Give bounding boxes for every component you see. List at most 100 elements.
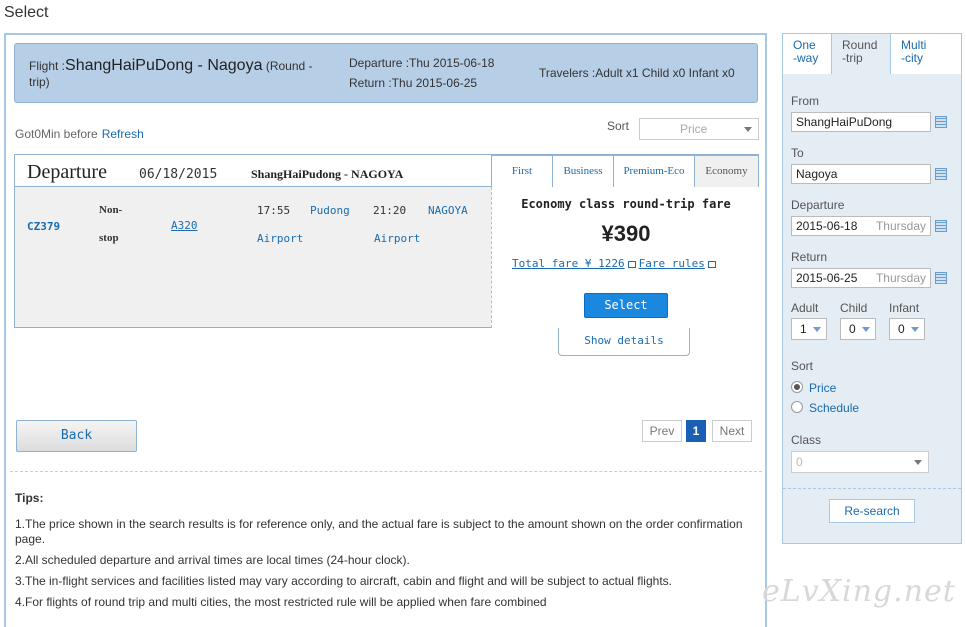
departure-airport-suffix[interactable]: Airport xyxy=(257,232,303,245)
search-sidebar: One -way Round -trip Multi -city From Sh… xyxy=(782,33,962,544)
tab-multi-city-line2: -city xyxy=(901,51,923,65)
departure-label: Departure xyxy=(791,198,845,212)
search-summary-bar: Flight :ShangHaiPuDong - Nagoya (Round -… xyxy=(14,43,758,103)
refresh-link[interactable]: Refresh xyxy=(102,127,144,141)
tab-first[interactable]: First xyxy=(491,155,553,187)
to-input[interactable]: Nagoya xyxy=(791,164,931,184)
fare-title: Economy class round-trip fare xyxy=(521,197,731,211)
sort-select[interactable]: Price xyxy=(639,118,759,140)
show-details-button[interactable]: Show details xyxy=(558,328,690,356)
sort-select-value: Price xyxy=(680,122,708,136)
summary-departure: Departure :Thu 2015-06-18 xyxy=(349,56,495,70)
flight-row: CZ379 Non- stop A320 17:55 Pudong Airpor… xyxy=(15,187,491,327)
tip-item: 1.The price shown in the search results … xyxy=(15,517,743,546)
aircraft-link[interactable]: A320 xyxy=(171,219,198,232)
flight-summary: Flight :ShangHaiPuDong - Nagoya (Round -… xyxy=(29,58,329,90)
adult-label: Adult xyxy=(791,301,819,315)
tab-economy[interactable]: Economy xyxy=(694,155,759,188)
sort-price-radio[interactable] xyxy=(791,381,803,393)
arrival-airport[interactable]: NAGOYA xyxy=(428,204,468,217)
summary-travelers: Travelers :Adult x1 Child x0 Infant x0 xyxy=(539,66,735,80)
departure-weekday: Thursday xyxy=(875,219,926,233)
next-page-button[interactable]: Next xyxy=(712,420,752,442)
fare-rules-link[interactable]: Fare rules xyxy=(639,257,705,270)
from-input[interactable]: ShangHaiPuDong xyxy=(791,112,931,132)
tab-premium-economy[interactable]: Premium-Eco xyxy=(613,155,695,187)
back-button[interactable]: Back xyxy=(16,420,137,452)
flight-result: Departure 06/18/2015 ShangHaiPudong - NA… xyxy=(14,154,759,328)
divider xyxy=(783,488,961,489)
child-select[interactable]: 0 xyxy=(840,318,876,340)
child-label: Child xyxy=(840,301,868,315)
stop-info-line1: Non- xyxy=(99,204,123,216)
departure-date-input[interactable]: 2015-06-18 Thursday xyxy=(791,216,931,236)
return-date-input[interactable]: 2015-06-25 Thursday xyxy=(791,268,931,288)
departure-time: 17:55 xyxy=(257,204,291,217)
departure-airport[interactable]: Pudong xyxy=(310,204,350,217)
stop-info-line2: stop xyxy=(99,232,119,244)
tab-one-way[interactable]: One -way xyxy=(783,34,832,74)
cabin-tabs: First Business Premium-Eco Economy xyxy=(491,155,759,188)
return-weekday: Thursday xyxy=(875,271,926,285)
page-title: Select xyxy=(4,4,49,21)
result-header: Departure 06/18/2015 ShangHaiPudong - NA… xyxy=(15,155,491,187)
sort-schedule-radio[interactable] xyxy=(791,401,803,413)
infant-label: Infant xyxy=(889,301,920,315)
fare-links: Total fare ¥ 1226 Fare rules xyxy=(512,257,719,270)
adult-select-value: 1 xyxy=(800,322,807,336)
tip-item: 3.The in-flight services and facilities … xyxy=(15,574,672,588)
update-status: Got0Min before Refresh xyxy=(15,127,144,141)
infant-select-value: 0 xyxy=(898,322,905,336)
chevron-down-icon xyxy=(911,327,919,332)
city-picker-icon[interactable] xyxy=(935,116,947,128)
divider xyxy=(10,471,762,472)
flight-number[interactable]: CZ379 xyxy=(27,220,60,233)
tab-multi-city[interactable]: Multi -city xyxy=(891,34,961,74)
select-button[interactable]: Select xyxy=(584,293,668,318)
result-date: 06/18/2015 xyxy=(139,167,218,182)
chevron-down-icon xyxy=(744,127,752,132)
tab-one-way-line2: -way xyxy=(793,51,819,65)
chevron-down-icon xyxy=(862,327,870,332)
adult-select[interactable]: 1 xyxy=(791,318,827,340)
from-value: ShangHaiPuDong xyxy=(796,115,893,129)
total-fare-link[interactable]: Total fare ¥ 1226 xyxy=(512,257,625,270)
class-label: Class xyxy=(791,433,822,447)
tip-item: 4.For flights of round trip and multi ci… xyxy=(15,595,547,609)
departure-date-value: 2015-06-18 xyxy=(796,219,858,233)
chevron-down-icon xyxy=(813,327,821,332)
got-time-text: Got0Min before xyxy=(15,127,98,141)
return-date-value: 2015-06-25 xyxy=(796,271,858,285)
sort-label: Sort xyxy=(791,359,814,373)
arrival-time: 21:20 xyxy=(373,204,407,217)
result-title: Departure xyxy=(27,161,107,183)
class-select[interactable]: 0 xyxy=(791,451,929,473)
child-select-value: 0 xyxy=(849,322,856,336)
infant-select[interactable]: 0 xyxy=(889,318,925,340)
calendar-icon[interactable] xyxy=(935,272,947,284)
page-number-current[interactable]: 1 xyxy=(686,420,706,442)
re-search-button[interactable]: Re-search xyxy=(829,499,915,523)
summary-return: Return :Thu 2015-06-25 xyxy=(349,76,478,90)
tab-business[interactable]: Business xyxy=(552,155,614,187)
prev-page-button[interactable]: Prev xyxy=(642,420,682,442)
arrival-airport-suffix[interactable]: Airport xyxy=(374,232,420,245)
watermark: eLvXing.net xyxy=(762,574,956,609)
city-picker-icon[interactable] xyxy=(935,168,947,180)
sort-price-label[interactable]: Price xyxy=(809,381,836,395)
return-label: Return xyxy=(791,250,828,264)
tab-round-trip-line2: -trip xyxy=(842,51,863,65)
to-value: Nagoya xyxy=(796,167,838,181)
sort-schedule-label[interactable]: Schedule xyxy=(809,401,859,415)
tip-item: 2.All scheduled departure and arrival ti… xyxy=(15,553,410,567)
tab-round-trip[interactable]: Round -trip xyxy=(832,34,891,74)
chevron-down-icon xyxy=(914,460,922,465)
fare-price: ¥390 xyxy=(601,221,651,246)
results-panel: Flight :ShangHaiPuDong - Nagoya (Round -… xyxy=(4,33,767,627)
fare-panel: Economy class round-trip fare ¥390 Total… xyxy=(491,187,759,328)
to-label: To xyxy=(791,146,804,160)
external-link-icon xyxy=(627,261,636,268)
calendar-icon[interactable] xyxy=(935,220,947,232)
external-link-icon xyxy=(707,261,716,268)
trip-type-tabs: One -way Round -trip Multi -city xyxy=(783,34,961,74)
